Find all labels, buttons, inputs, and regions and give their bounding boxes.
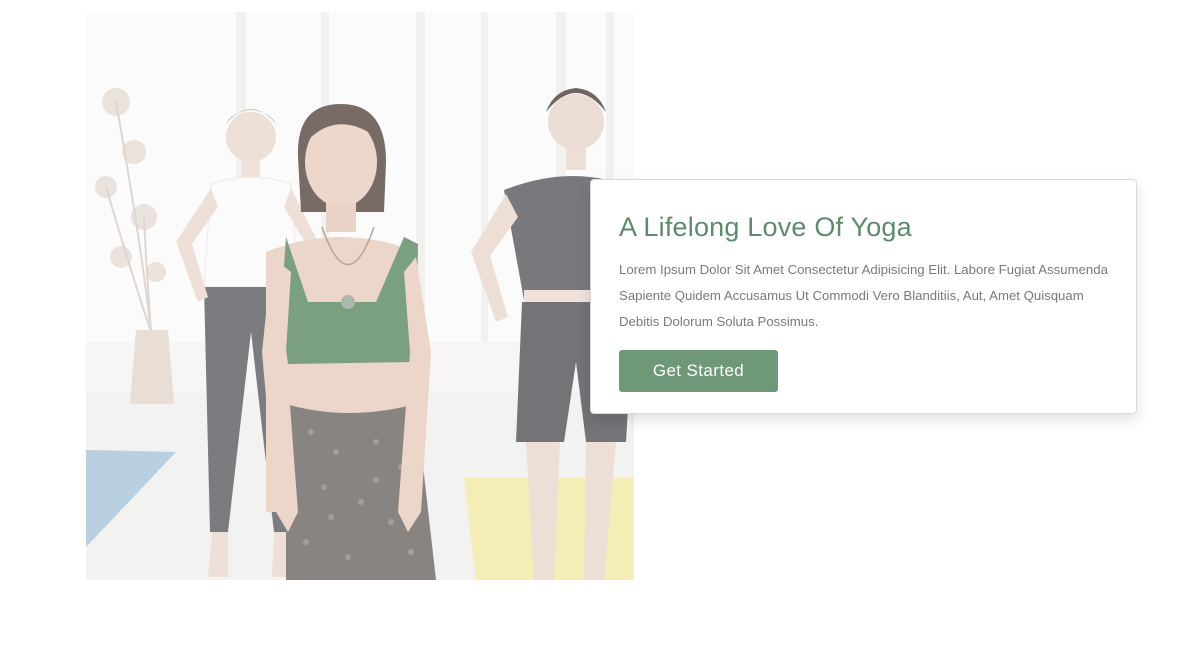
get-started-button[interactable]: Get Started — [619, 350, 778, 392]
yoga-hero-image — [86, 12, 634, 580]
intro-card: A Lifelong Love Of Yoga Lorem Ipsum Dolo… — [590, 179, 1137, 414]
card-description: Lorem Ipsum Dolor Sit Amet Consectetur A… — [619, 262, 1108, 329]
card-title: A Lifelong Love Of Yoga — [619, 212, 912, 242]
about-section: A Lifelong Love Of Yoga Lorem Ipsum Dolo… — [0, 0, 1200, 660]
